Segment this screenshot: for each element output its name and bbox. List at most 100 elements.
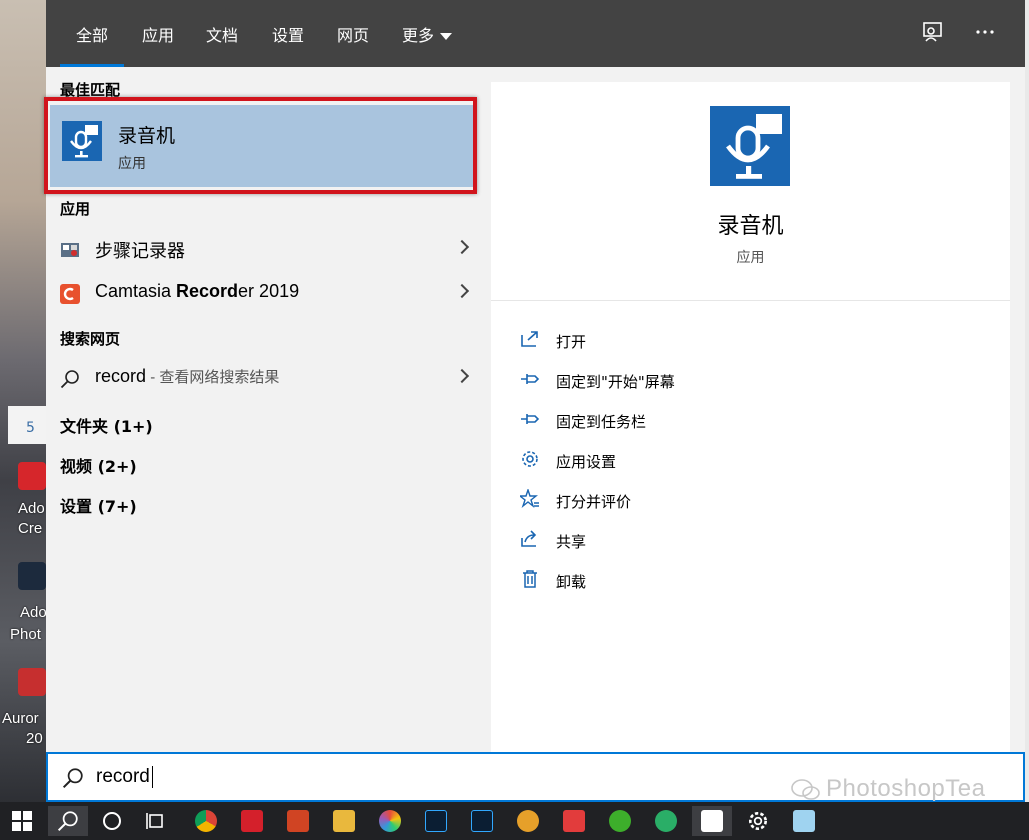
action-app-settings[interactable]: 应用设置	[519, 445, 819, 475]
adobe-creative-cloud-icon[interactable]	[18, 462, 46, 490]
result-camtasia-recorder[interactable]: Camtasia Recorder 2019	[50, 274, 475, 314]
color-wheel-icon	[379, 810, 401, 832]
start-search-panel: 全部 应用 文档 设置 网页 更多 最佳匹配 录音机 应用 应用 步骤记录器 C…	[44, 0, 1025, 802]
folder-icon	[333, 810, 355, 832]
pin-icon	[519, 409, 541, 431]
powerpoint-icon	[287, 810, 309, 832]
group-videos[interactable]: 视频 (2+)	[60, 453, 137, 477]
lightroom-icon	[471, 810, 493, 832]
search-value: record	[96, 766, 150, 788]
result-label: 步骤记录器	[95, 241, 185, 261]
taskbar-app-red[interactable]	[554, 806, 594, 836]
chevron-right-icon[interactable]	[454, 239, 470, 255]
taskbar	[0, 802, 1029, 840]
results-list: 最佳匹配 录音机 应用 应用 步骤记录器 Camtasia Recorder 2…	[44, 67, 490, 752]
taskbar-ie[interactable]	[600, 806, 640, 836]
group-folders[interactable]: 文件夹 (1+)	[60, 413, 153, 437]
action-label: 打开	[556, 333, 587, 351]
tab-all[interactable]: 全部	[59, 22, 125, 67]
result-web-search[interactable]: record - 查看网络搜索结果	[50, 359, 475, 399]
desktop-background: Ado Cre Ado Phot Auror 20	[0, 0, 47, 802]
camtasia-icon	[60, 284, 80, 304]
action-label: 卸载	[556, 573, 587, 591]
gear-icon	[519, 449, 541, 471]
text-cursor	[151, 766, 153, 788]
taskbar-photoshop[interactable]	[416, 806, 456, 836]
chrome-icon	[195, 810, 217, 832]
cortana-icon	[103, 812, 121, 830]
action-open[interactable]: 打开	[519, 325, 819, 355]
desktop-label: Ado	[18, 500, 45, 517]
taskbar-file-explorer[interactable]	[324, 806, 364, 836]
aurora-shortcut-icon[interactable]	[18, 668, 46, 696]
action-label: 共享	[556, 533, 587, 551]
tab-web[interactable]: 网页	[337, 22, 369, 46]
action-label: 应用设置	[556, 453, 617, 471]
detail-pane: 录音机 应用 打开 固定到"开始"屏幕 固定到任务栏 应用设置 打分并评价 共享	[491, 82, 1010, 752]
watermark-text: PhotoshopTea	[826, 775, 986, 802]
voice-recorder-icon	[710, 106, 790, 186]
cortana-button[interactable]	[92, 806, 132, 836]
desktop-label: 20	[26, 730, 43, 747]
tab-settings[interactable]: 设置	[272, 22, 304, 46]
taskbar-chrome[interactable]	[186, 806, 226, 836]
taskbar-wechat[interactable]	[646, 806, 686, 836]
taskbar-search-button[interactable]	[48, 806, 88, 836]
chevron-right-icon[interactable]	[454, 368, 470, 384]
desktop-label: Cre	[18, 520, 43, 537]
more-options-icon[interactable]	[972, 20, 998, 46]
group-settings[interactable]: 设置 (7+)	[60, 493, 137, 517]
taskbar-powerpoint[interactable]	[278, 806, 318, 836]
task-view-button[interactable]	[136, 806, 176, 836]
windows-logo-icon	[12, 811, 32, 831]
label-match: Record	[176, 281, 239, 301]
browser-icon	[609, 810, 631, 832]
voice-recorder-icon	[701, 810, 723, 832]
action-uninstall[interactable]: 卸载	[519, 565, 819, 595]
desktop-label: Auror	[2, 710, 39, 727]
action-pin-taskbar[interactable]: 固定到任务栏	[519, 405, 819, 435]
action-label: 固定到任务栏	[556, 413, 647, 431]
wechat-watermark-icon	[790, 778, 822, 802]
result-steps-recorder[interactable]: 步骤记录器	[50, 230, 475, 270]
taskbar-app-orange[interactable]	[508, 806, 548, 836]
action-rate-review[interactable]: 打分并评价	[518, 485, 819, 515]
photoshop-shortcut-icon[interactable]	[18, 562, 46, 590]
web-hint: - 查看网络搜索结果	[146, 369, 280, 386]
action-label: 打分并评价	[556, 493, 632, 511]
app-icon	[517, 810, 539, 832]
photoshop-icon	[425, 810, 447, 832]
detail-subtitle: 应用	[736, 250, 765, 266]
chevron-right-icon[interactable]	[454, 283, 470, 299]
feedback-icon[interactable]	[920, 20, 946, 46]
tab-documents[interactable]: 文档	[206, 22, 238, 46]
open-icon	[519, 329, 541, 351]
taskbar-lightroom[interactable]	[462, 806, 502, 836]
tab-apps[interactable]: 应用	[142, 22, 174, 46]
taskbar-settings[interactable]	[738, 806, 778, 836]
taskbar-photos[interactable]	[370, 806, 410, 836]
taskbar-youdao[interactable]	[232, 806, 272, 836]
trash-icon	[519, 569, 541, 591]
tab-more-label: 更多	[402, 26, 435, 45]
taskbar-voice-recorder[interactable]	[692, 806, 732, 836]
label-part: er 2019	[238, 281, 300, 301]
action-share[interactable]: 共享	[519, 525, 819, 555]
gear-icon	[748, 811, 768, 831]
detail-header: 录音机 应用	[491, 82, 1010, 301]
start-button[interactable]	[2, 806, 42, 836]
search-input[interactable]: record	[96, 766, 153, 788]
desktop-label: Ado	[20, 604, 47, 621]
section-apps: 应用	[60, 200, 91, 218]
search-icon	[62, 767, 84, 789]
pin-icon	[519, 369, 541, 391]
tab-more[interactable]: 更多	[402, 22, 453, 46]
youdao-icon	[241, 810, 263, 832]
star-icon	[518, 487, 541, 511]
taskbar-notepad[interactable]	[784, 806, 824, 836]
action-pin-start[interactable]: 固定到"开始"屏幕	[519, 365, 819, 395]
highlight-outline	[44, 97, 477, 194]
result-label: Camtasia Recorder 2019	[95, 281, 299, 302]
action-label: 固定到"开始"屏幕	[556, 373, 675, 391]
task-view-icon	[146, 813, 163, 829]
